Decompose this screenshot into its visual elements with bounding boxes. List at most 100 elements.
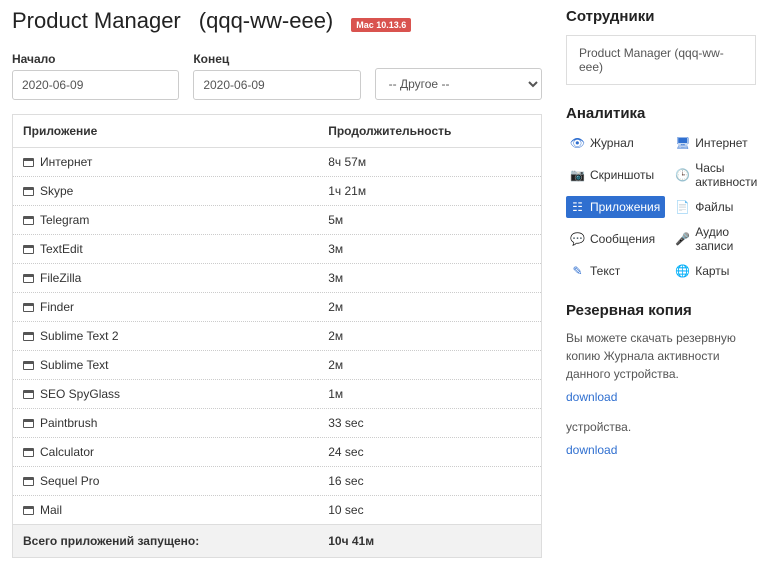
mic-icon: 🎤: [676, 233, 689, 246]
os-badge: Mac 10.13.6: [351, 18, 411, 32]
nav-item-карты[interactable]: 🌐 Карты: [671, 260, 762, 282]
window-icon: [23, 158, 34, 167]
backup-text-2: устройства.: [566, 418, 756, 436]
start-date-input[interactable]: [12, 70, 179, 100]
table-row: TextEdit 3м: [13, 235, 542, 264]
app-name: TextEdit: [40, 242, 83, 256]
download-link-2[interactable]: download: [566, 443, 617, 457]
table-row: Sublime Text 2 2м: [13, 322, 542, 351]
end-date-input[interactable]: [193, 70, 360, 100]
text-icon: ✎: [571, 265, 584, 278]
nav-item-label: Часы активности: [695, 161, 757, 189]
nav-item-часы-активности[interactable]: 🕒 Часы активности: [671, 157, 762, 193]
window-icon: [23, 506, 34, 515]
app-name: SEO SpyGlass: [40, 387, 120, 401]
nav-item-label: Интернет: [695, 136, 747, 150]
app-name: Интернет: [40, 155, 92, 169]
apps-table: Приложение Продолжительность Интернет 8ч …: [12, 114, 542, 558]
nav-item-аудио-записи[interactable]: 🎤Аудио записи: [671, 221, 762, 257]
app-duration: 2м: [318, 351, 541, 380]
window-icon: [23, 274, 34, 283]
window-icon: [23, 187, 34, 196]
file-icon: 📄: [676, 201, 689, 214]
nav-item-журнал[interactable]: 👁 Журнал: [566, 132, 665, 154]
table-row: Skype 1ч 21м: [13, 177, 542, 206]
monitor-icon: 🖥: [676, 137, 689, 150]
app-duration: 1м: [318, 380, 541, 409]
window-icon: [23, 477, 34, 486]
nav-item-label: Журнал: [590, 136, 634, 150]
app-duration: 1ч 21м: [318, 177, 541, 206]
eye-icon: 👁: [571, 137, 584, 150]
app-name: Skype: [40, 184, 73, 198]
window-icon: [23, 390, 34, 399]
employee-select[interactable]: Product Manager (qqq-ww-eee): [566, 35, 756, 85]
nav-item-текст[interactable]: ✎ Текст: [566, 260, 665, 282]
window-icon: [23, 303, 34, 312]
app-name: Calculator: [40, 445, 94, 459]
table-row: Paintbrush 33 sec: [13, 409, 542, 438]
app-duration: 33 sec: [318, 409, 541, 438]
nav-item-label: Скриншоты: [590, 168, 654, 182]
nav-item-label: Карты: [695, 264, 729, 278]
nav-item-label: Текст: [590, 264, 620, 278]
app-name: Mail: [40, 503, 62, 517]
window-icon: [23, 216, 34, 225]
app-name: Paintbrush: [40, 416, 97, 430]
nav-item-приложения[interactable]: ☷ Приложения: [566, 196, 665, 218]
app-name: FileZilla: [40, 271, 81, 285]
window-icon: [23, 361, 34, 370]
table-row: Telegram 5м: [13, 206, 542, 235]
app-name: Sequel Pro: [40, 474, 99, 488]
app-name: Finder: [40, 300, 74, 314]
nav-item-сообщения[interactable]: 💬 Сообщения: [566, 221, 665, 257]
table-row: Mail 10 sec: [13, 496, 542, 525]
app-duration: 8ч 57м: [318, 148, 541, 177]
app-duration: 24 sec: [318, 438, 541, 467]
app-name: Sublime Text: [40, 358, 108, 372]
backup-section: Резервная копия Вы можете скачать резерв…: [566, 302, 756, 471]
table-row: FileZilla 3м: [13, 264, 542, 293]
app-duration: 2м: [318, 293, 541, 322]
window-icon: [23, 332, 34, 341]
other-select[interactable]: -- Другое --: [375, 68, 542, 100]
chat-icon: 💬: [571, 233, 584, 246]
app-duration: 3м: [318, 264, 541, 293]
analytics-heading: Аналитика: [566, 105, 756, 122]
download-link[interactable]: download: [566, 390, 617, 404]
table-row: SEO SpyGlass 1м: [13, 380, 542, 409]
nav-item-скриншоты[interactable]: 📷 Скриншоты: [566, 157, 665, 193]
table-row: Интернет 8ч 57м: [13, 148, 542, 177]
app-name: Sublime Text 2: [40, 329, 119, 343]
col-app-header: Приложение: [13, 115, 319, 148]
analytics-section: Аналитика 👁 Журнал 🖥 Интернет 📷 Скриншоты 🕒 Час…: [566, 105, 756, 282]
col-duration-header: Продолжительность: [318, 115, 541, 148]
table-footer-label: Всего приложений запущено:: [13, 525, 319, 558]
start-date-label: Начало: [12, 52, 179, 66]
table-row: Sublime Text 2м: [13, 351, 542, 380]
table-row: Sequel Pro16 sec: [13, 467, 542, 496]
grid-icon: ☷: [571, 201, 584, 214]
app-duration: 3м: [318, 235, 541, 264]
backup-heading: Резервная копия: [566, 302, 756, 319]
page-subtitle: (qqq-ww-eee): [199, 8, 334, 34]
app-name: Telegram: [40, 213, 89, 227]
table-row: Finder 2м: [13, 293, 542, 322]
window-icon: [23, 419, 34, 428]
app-duration: 5м: [318, 206, 541, 235]
clock-icon: 🕒: [676, 169, 689, 182]
filters-row: Начало Конец -- Другое --: [12, 52, 542, 100]
nav-item-label: Приложения: [590, 200, 660, 214]
employees-section: Сотрудники Product Manager (qqq-ww-eee): [566, 8, 756, 85]
nav-item-интернет[interactable]: 🖥 Интернет: [671, 132, 762, 154]
page-header: Product Manager (qqq-ww-eee) Mac 10.13.6: [12, 8, 542, 34]
globe-icon: 🌐: [676, 265, 689, 278]
table-footer-value: 10ч 41м: [318, 525, 541, 558]
nav-item-файлы[interactable]: 📄Файлы: [671, 196, 762, 218]
page-title: Product Manager: [12, 8, 181, 34]
employees-heading: Сотрудники: [566, 8, 756, 25]
app-duration: 10 sec: [318, 496, 541, 525]
app-duration: 2м: [318, 322, 541, 351]
camera-icon: 📷: [571, 169, 584, 182]
nav-item-label: Сообщения: [590, 232, 655, 246]
